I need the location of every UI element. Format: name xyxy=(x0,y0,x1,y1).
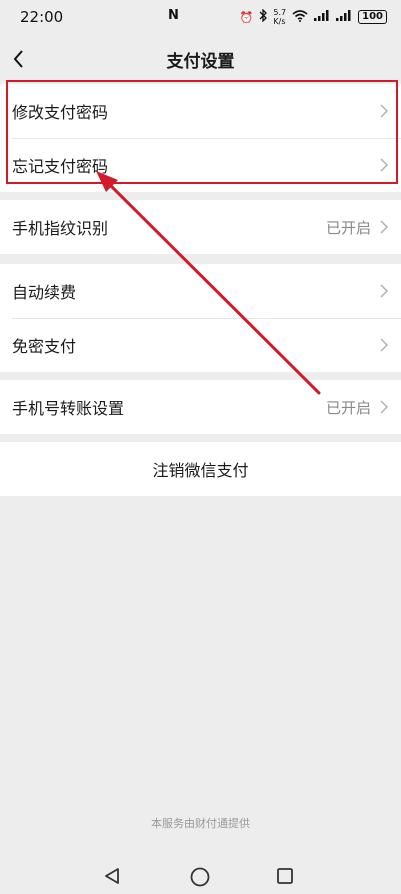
alarm-icon: ⏰ xyxy=(239,10,254,24)
chevron-right-icon xyxy=(380,158,389,172)
header: 支付设置 xyxy=(0,34,401,84)
auto-pay-group: 自动续费 免密支付 xyxy=(0,264,401,372)
nav-recents-icon[interactable] xyxy=(276,867,294,885)
signal-icon-1 xyxy=(314,10,330,24)
battery-icon: 100 xyxy=(358,10,387,24)
row-label: 忘记支付密码 xyxy=(12,157,109,176)
status-icons: ⏰ 5.7 K/s 100 xyxy=(240,8,387,26)
transfer-group: 手机号转账设置 已开启 xyxy=(0,380,401,434)
wifi-icon xyxy=(292,9,308,25)
deregister-group: 注销微信支付 xyxy=(0,442,401,496)
fingerprint-group: 手机指纹识别 已开启 xyxy=(0,200,401,254)
password-group: 修改支付密码 忘记支付密码 xyxy=(0,84,401,192)
button-label: 注销微信支付 xyxy=(152,461,249,480)
phone-transfer-settings-row[interactable]: 手机号转账设置 已开启 xyxy=(0,380,401,434)
chevron-right-icon xyxy=(380,400,389,414)
row-value: 已开启 xyxy=(325,398,371,417)
forgot-password-row[interactable]: 忘记支付密码 xyxy=(0,138,401,192)
nav-home-icon[interactable] xyxy=(189,866,211,888)
page-title: 支付设置 xyxy=(166,51,235,72)
row-label: 免密支付 xyxy=(12,337,77,356)
auto-renew-row[interactable]: 自动续费 xyxy=(0,264,401,318)
status-bar: 22:00 N ⏰ 5.7 K/s 100 xyxy=(0,0,401,34)
chevron-right-icon xyxy=(380,338,389,352)
signal-icon-2 xyxy=(336,10,352,24)
row-label: 修改支付密码 xyxy=(12,103,109,122)
row-label: 自动续费 xyxy=(12,283,77,302)
row-label: 手机指纹识别 xyxy=(12,219,109,238)
footer-note: 本服务由财付通提供 xyxy=(151,817,250,830)
row-label: 手机号转账设置 xyxy=(12,399,125,418)
status-time: 22:00 xyxy=(20,8,64,26)
system-nav-bar xyxy=(0,856,401,894)
row-value: 已开启 xyxy=(325,218,371,237)
deregister-wechat-pay-button[interactable]: 注销微信支付 xyxy=(0,442,401,496)
chevron-right-icon xyxy=(380,104,389,118)
password-free-pay-row[interactable]: 免密支付 xyxy=(0,318,401,372)
chevron-right-icon xyxy=(380,220,389,234)
chevron-right-icon xyxy=(380,284,389,298)
nfc-icon: N xyxy=(168,8,179,23)
fingerprint-row[interactable]: 手机指纹识别 已开启 xyxy=(0,200,401,254)
back-button[interactable] xyxy=(8,44,34,74)
nav-back-icon[interactable] xyxy=(102,866,122,886)
net-speed: 5.7 K/s xyxy=(273,8,287,26)
bluetooth-icon xyxy=(259,8,268,25)
change-password-row[interactable]: 修改支付密码 xyxy=(0,84,401,138)
